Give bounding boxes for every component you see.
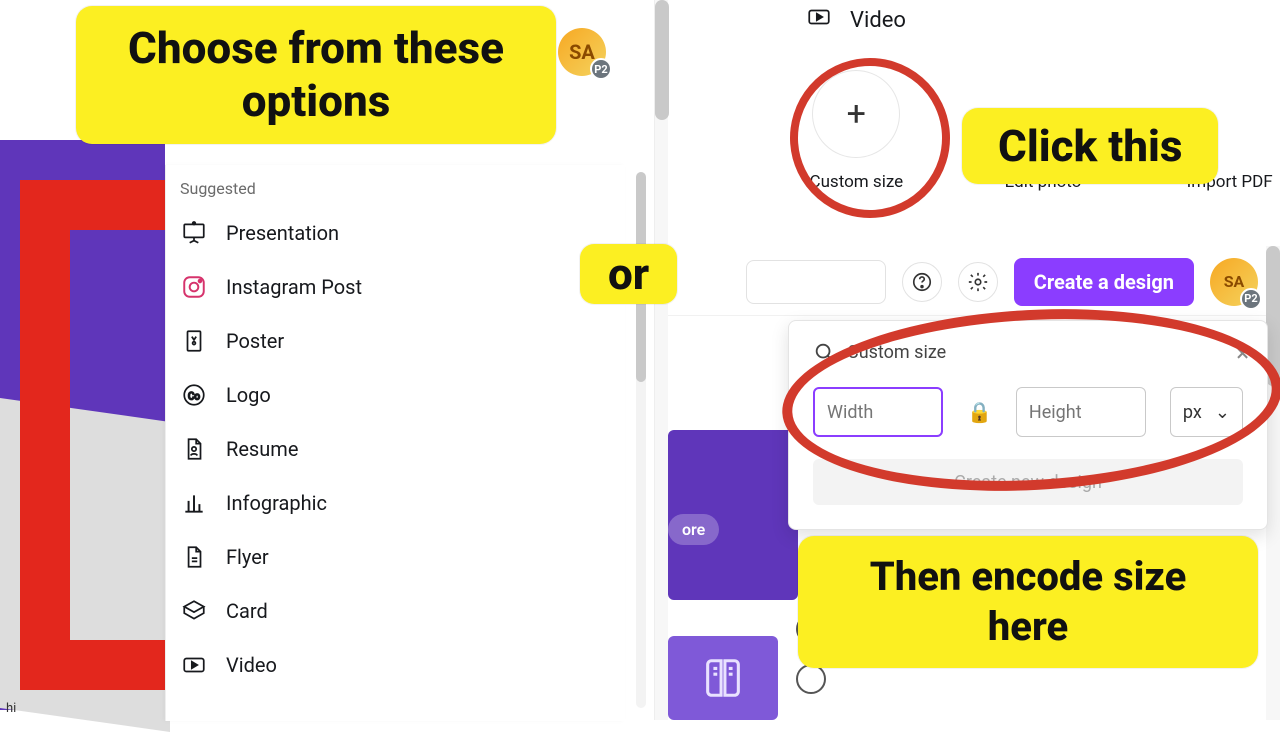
left-caption-fragment: hi bbox=[0, 697, 22, 720]
page-scrollbar-left[interactable] bbox=[654, 0, 668, 720]
template-tile[interactable] bbox=[668, 636, 778, 720]
suggested-item-video[interactable]: Video bbox=[166, 638, 625, 692]
avatar[interactable]: SA P2 bbox=[558, 28, 606, 76]
suggested-label: Logo bbox=[226, 383, 271, 407]
suggested-label: Infographic bbox=[226, 491, 327, 515]
presentation-icon bbox=[180, 219, 208, 247]
unit-select[interactable]: px ⌄ bbox=[1170, 387, 1243, 437]
annotation-encode: Then encode size here bbox=[798, 536, 1258, 668]
instagram-icon bbox=[180, 273, 208, 301]
scrollbar-thumb[interactable] bbox=[1266, 246, 1280, 386]
create-new-design-button[interactable]: Create new design bbox=[813, 459, 1243, 505]
left-panel: hi SA P2 Choose from these options Sugge… bbox=[0, 0, 660, 720]
category-circle[interactable] bbox=[796, 664, 826, 694]
suggested-label: Poster bbox=[226, 329, 284, 353]
card-icon bbox=[180, 597, 208, 625]
unit-label: px bbox=[1183, 402, 1202, 423]
annotation-choose: Choose from these options bbox=[76, 6, 556, 144]
suggested-item-flyer[interactable]: Flyer bbox=[166, 530, 625, 584]
suggested-item-resume[interactable]: Resume bbox=[166, 422, 625, 476]
width-input[interactable] bbox=[813, 387, 943, 437]
video-icon bbox=[806, 4, 832, 36]
flyer-icon bbox=[180, 543, 208, 571]
suggested-item-presentation[interactable]: Presentation bbox=[166, 206, 625, 260]
scrollbar-thumb[interactable] bbox=[655, 0, 669, 120]
create-design-button[interactable]: Create a design bbox=[1014, 258, 1194, 306]
avatar[interactable]: SA P2 bbox=[1210, 258, 1258, 306]
infographic-icon bbox=[180, 489, 208, 517]
avatar-initials: SA bbox=[569, 40, 595, 64]
more-pill[interactable]: ore bbox=[668, 514, 719, 545]
suggested-label: Flyer bbox=[226, 545, 269, 569]
search-icon bbox=[813, 341, 835, 363]
suggested-item-instagram[interactable]: Instagram Post bbox=[166, 260, 625, 314]
avatar-badge: P2 bbox=[590, 58, 612, 80]
page-scrollbar-right[interactable] bbox=[1266, 246, 1280, 720]
chevron-down-icon: ⌄ bbox=[1215, 402, 1230, 423]
video-icon bbox=[180, 651, 208, 679]
suggested-heading: Suggested bbox=[166, 165, 625, 206]
search-input[interactable] bbox=[746, 260, 886, 304]
right-panel: Video + Custom size ✎ Edit photo ⇪ Impor… bbox=[668, 0, 1280, 720]
custom-size-popup: Custom size × 🔒 px ⌄ Create new design bbox=[788, 320, 1268, 530]
svg-text:Co: Co bbox=[188, 391, 200, 402]
suggested-item-card[interactable]: Card bbox=[166, 584, 625, 638]
annotation-bracket bbox=[20, 180, 170, 690]
suggested-item-poster[interactable]: Poster bbox=[166, 314, 625, 368]
size-input-row: 🔒 px ⌄ bbox=[813, 387, 1243, 437]
settings-button[interactable] bbox=[958, 262, 998, 302]
lock-icon[interactable]: 🔒 bbox=[967, 400, 992, 424]
poster-icon bbox=[180, 327, 208, 355]
help-button[interactable] bbox=[902, 262, 942, 302]
suggested-label: Instagram Post bbox=[226, 275, 362, 299]
video-label: Video bbox=[850, 8, 906, 33]
logo-icon: Co bbox=[180, 381, 208, 409]
topbar: Create a design SA P2 bbox=[668, 248, 1280, 316]
annotation-or: or bbox=[580, 244, 677, 304]
suggested-label: Resume bbox=[226, 437, 298, 461]
suggested-label: Card bbox=[226, 599, 268, 623]
annotation-click: Click this bbox=[962, 108, 1218, 184]
suggested-label: Video bbox=[226, 653, 277, 677]
suggested-item-logo[interactable]: Co Logo bbox=[166, 368, 625, 422]
suggested-item-infographic[interactable]: Infographic bbox=[166, 476, 625, 530]
avatar-badge: P2 bbox=[1240, 288, 1262, 310]
suggested-panel: Suggested Presentation Instagram Post Po… bbox=[165, 165, 625, 721]
avatar-initials: SA bbox=[1224, 272, 1245, 291]
video-row[interactable]: Video bbox=[806, 4, 906, 36]
suggested-label: Presentation bbox=[226, 221, 339, 245]
resume-icon bbox=[180, 435, 208, 463]
height-input[interactable] bbox=[1016, 387, 1146, 437]
close-icon[interactable]: × bbox=[1236, 339, 1249, 367]
popup-title: Custom size bbox=[847, 342, 946, 363]
